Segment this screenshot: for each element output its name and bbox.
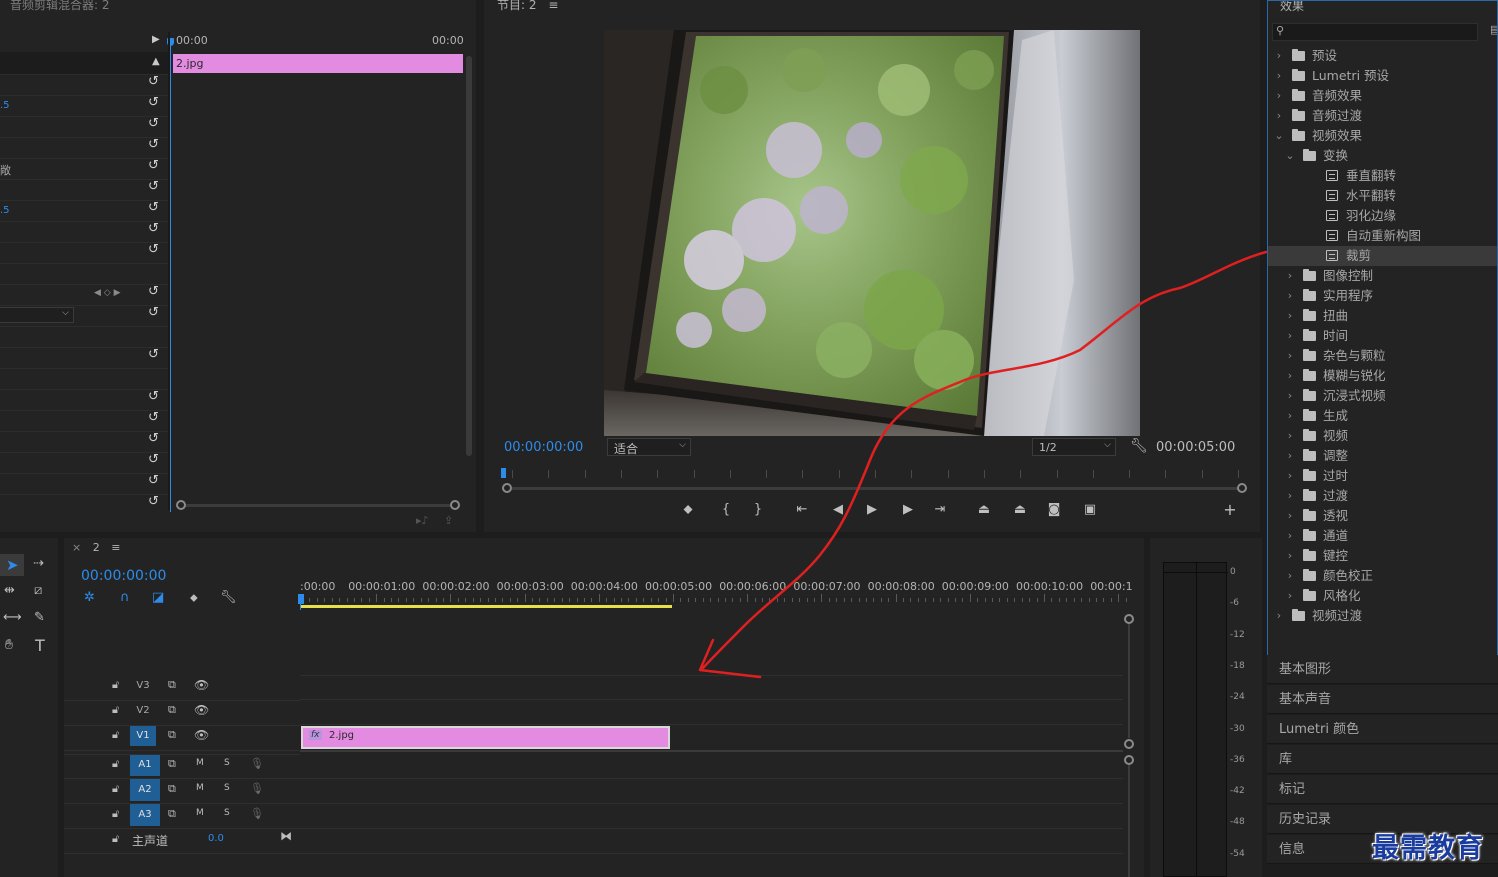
annotation-arrow	[698, 250, 1268, 679]
watermark: 最需教育	[1372, 833, 1484, 864]
